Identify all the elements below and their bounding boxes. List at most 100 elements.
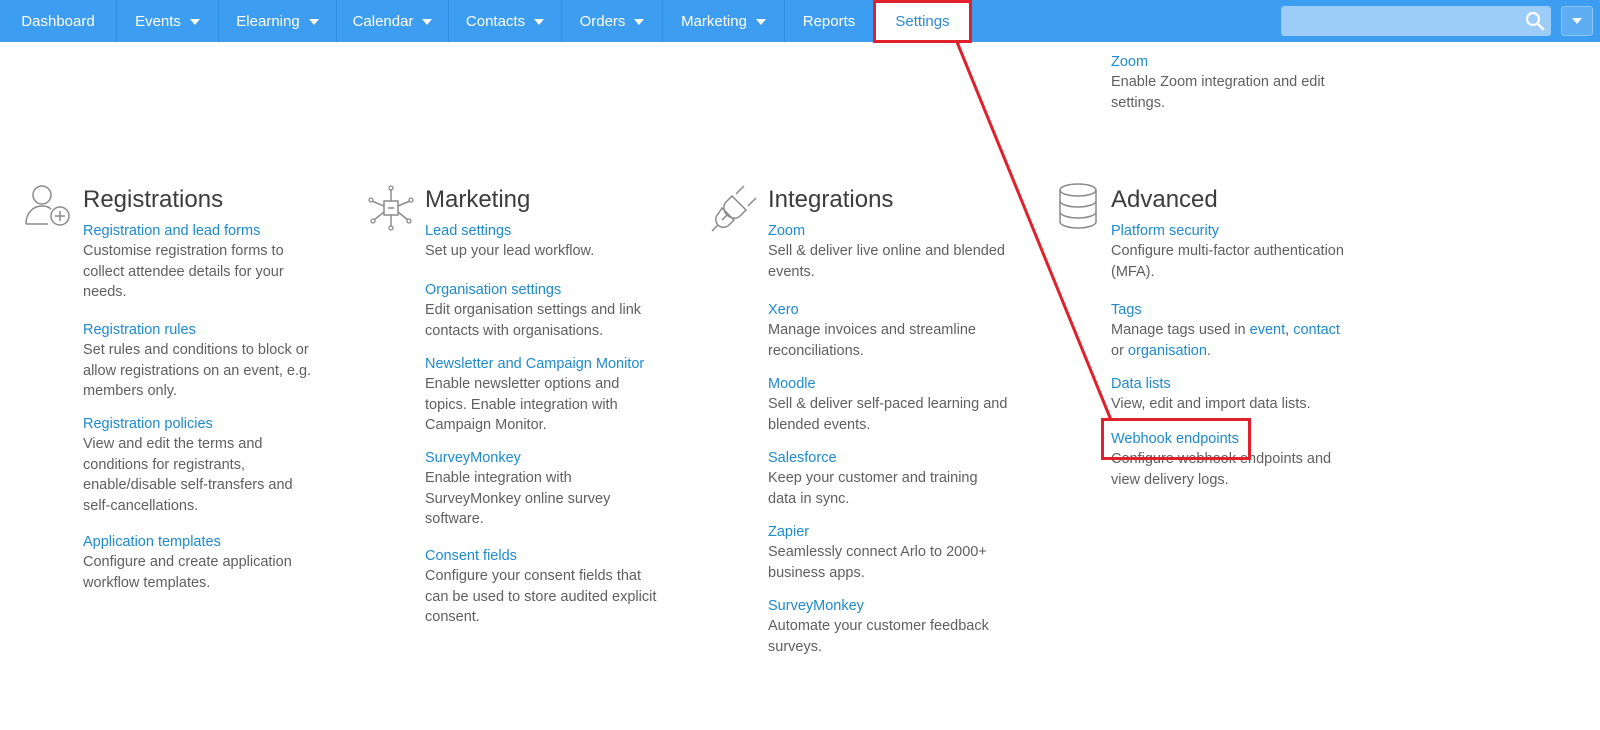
chevron-down-icon [755,19,766,25]
registration-rules-link[interactable]: Registration rules [83,320,323,340]
moodle-integration-link[interactable]: Moodle [768,374,1008,394]
nav-calendar[interactable]: Calendar [337,0,449,42]
entry-description: Customise registration forms to collect … [83,243,284,300]
settings-entry: Moodle Sell & deliver self-paced learnin… [768,374,1008,435]
nav-calendar-label: Calendar [352,12,414,30]
entry-description: Configure and create application workflo… [83,554,292,591]
entry-description: Manage invoices and streamline reconcili… [768,322,976,359]
entry-description: Sell & deliver live online and blended e… [768,243,1005,280]
zapier-integration-link[interactable]: Zapier [768,522,1008,542]
zoom-integration-link[interactable]: Zoom [768,221,1008,241]
nav-dashboard-label: Dashboard [21,12,95,30]
chevron-down-icon [534,19,545,25]
tags-desc-or: or [1111,342,1128,359]
network-hub-icon [368,185,414,231]
entry-description: Manage tags used in event, contact or org… [1111,320,1351,361]
nav-orders-label: Orders [579,12,626,30]
user-add-icon [25,185,70,226]
chevron-down-icon [1572,18,1582,24]
nav-contacts-label: Contacts [465,12,526,30]
tags-desc-end: . [1206,342,1211,359]
nav-events-label: Events [135,12,181,30]
surveymonkey-marketing-link[interactable]: SurveyMonkey [425,448,665,468]
database-icon [1059,183,1097,229]
annotation-highlight-webhook [1101,418,1251,460]
entry-description: Seamlessly connect Arlo to 2000+ busines… [768,544,987,581]
xero-integration-link[interactable]: Xero [768,300,1008,320]
nav-marketing-label: Marketing [681,12,747,30]
section-title-marketing: Marketing [425,186,531,213]
settings-entry: Application templates Configure and crea… [83,532,323,593]
entry-description: Set up your lead workflow. [425,243,595,259]
settings-entry: Newsletter and Campaign Monitor Enable n… [425,354,665,436]
entry-description: View, edit and import data lists. [1111,396,1311,412]
settings-entry: SurveyMonkey Automate your customer feed… [768,596,1008,657]
tags-organisation-link[interactable]: organisation [1128,343,1207,359]
settings-entry: Lead settings Set up your lead workflow. [425,221,665,262]
search-dropdown-button[interactable] [1561,6,1593,36]
nav-dashboard[interactable]: Dashboard [0,0,117,42]
nav-elearning-label: Elearning [236,12,300,30]
chevron-down-icon [634,19,645,25]
surveymonkey-integration-link[interactable]: SurveyMonkey [768,596,1008,616]
registration-lead-forms-link[interactable]: Registration and lead forms [83,221,323,241]
entry-description: Enable newsletter options and topics. En… [425,376,620,433]
settings-entry: Data lists View, edit and import data li… [1111,374,1351,415]
nav-orders[interactable]: Orders [562,0,663,42]
organisation-settings-link[interactable]: Organisation settings [425,280,665,300]
settings-entry: Zoom Sell & deliver live online and blen… [768,221,1008,282]
settings-entry: Salesforce Keep your customer and traini… [768,448,1008,509]
section-title-advanced: Advanced [1111,186,1218,213]
settings-entry-zoom-top: Zoom Enable Zoom integration and edit se… [1111,52,1351,113]
settings-entry: SurveyMonkey Enable integration with Sur… [425,448,665,530]
platform-security-link[interactable]: Platform security [1111,221,1351,241]
zoom-settings-link[interactable]: Zoom [1111,52,1351,72]
section-title-registrations: Registrations [83,186,224,213]
section-title-integrations: Integrations [768,186,894,213]
settings-entry: Registration policies View and edit the … [83,414,323,516]
nav-reports[interactable]: Reports [785,0,874,42]
settings-entry: Organisation settings Edit organisation … [425,280,665,341]
entry-description: Configure your consent fields that can b… [425,568,657,625]
entry-description: Edit organisation settings and link cont… [425,302,642,339]
search-icon[interactable] [1525,11,1545,31]
nav-reports-label: Reports [802,12,856,30]
entry-description: Keep your customer and training data in … [768,470,978,507]
tags-desc-separator: , [1285,322,1294,338]
plug-icon [711,185,757,232]
settings-entry: Registration rules Set rules and conditi… [83,320,323,402]
tags-event-link[interactable]: event [1250,322,1285,338]
entry-description: Sell & deliver self-paced learning and b… [768,396,1008,433]
settings-entry: Tags Manage tags used in event, contact o… [1111,300,1351,361]
chevron-down-icon [189,19,200,25]
chevron-down-icon [308,19,319,25]
entry-description: Enable Zoom integration and edit setting… [1111,74,1325,111]
entry-description: Enable integration with SurveyMonkey onl… [425,470,611,527]
application-templates-link[interactable]: Application templates [83,532,323,552]
nav-contacts[interactable]: Contacts [449,0,562,42]
search-input[interactable] [1281,6,1551,36]
tags-desc-prefix: Manage tags used in [1111,322,1250,338]
entry-description: Set rules and conditions to block or all… [83,342,312,399]
chevron-down-icon [422,19,433,25]
settings-entry: Registration and lead forms Customise re… [83,221,323,303]
salesforce-integration-link[interactable]: Salesforce [768,448,1008,468]
entry-description: Configure multi-factor authentication (M… [1111,243,1344,280]
nav-events[interactable]: Events [117,0,219,42]
newsletter-campaign-monitor-link[interactable]: Newsletter and Campaign Monitor [425,354,665,374]
annotation-highlight-settings [873,0,972,43]
nav-marketing[interactable]: Marketing [663,0,785,42]
settings-entry: Consent fields Configure your consent fi… [425,546,665,628]
consent-fields-link[interactable]: Consent fields [425,546,665,566]
lead-settings-link[interactable]: Lead settings [425,221,665,241]
entry-description: Automate your customer feedback surveys. [768,618,989,655]
settings-entry: Platform security Configure multi-factor… [1111,221,1351,282]
settings-entry: Zapier Seamlessly connect Arlo to 2000+ … [768,522,1008,583]
tags-link[interactable]: Tags [1111,300,1351,320]
data-lists-link[interactable]: Data lists [1111,374,1351,394]
tags-contact-link[interactable]: contact [1293,322,1340,338]
settings-entry: Xero Manage invoices and streamline reco… [768,300,1008,361]
registration-policies-link[interactable]: Registration policies [83,414,323,434]
entry-description: View and edit the terms and conditions f… [83,436,293,514]
nav-elearning[interactable]: Elearning [219,0,337,42]
